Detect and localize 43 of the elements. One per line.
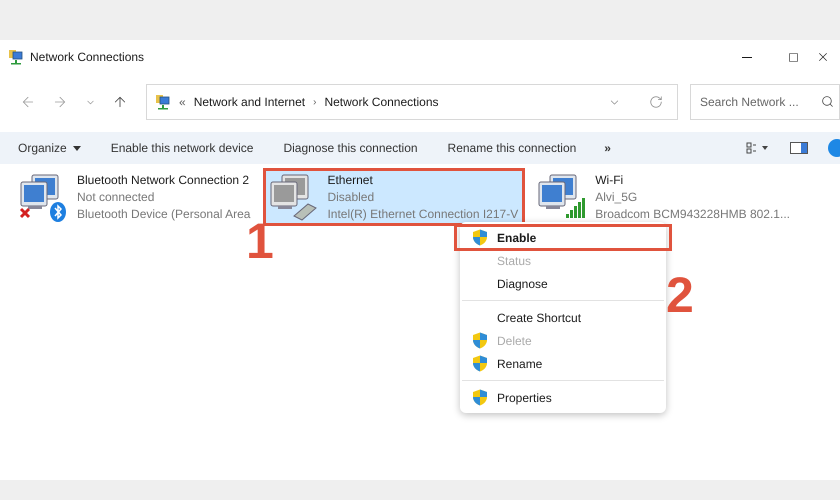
- shield-icon: [472, 355, 488, 372]
- connection-status: Disabled: [327, 189, 376, 206]
- refresh-icon[interactable]: [649, 95, 663, 109]
- connection-item[interactable]: Ethernet Disabled Intel(R) Ethernet Connection I217-V: [264, 169, 524, 225]
- search-field[interactable]: Search Network ...: [690, 84, 840, 120]
- menu-item[interactable]: Rename: [460, 352, 666, 375]
- device-name: Bluetooth Device (Personal Area: [77, 206, 250, 223]
- connection-name: Bluetooth Network Connection 2: [77, 172, 250, 189]
- more-commands-button[interactable]: »: [598, 134, 617, 162]
- toolbar-button[interactable]: Diagnose this connection: [275, 134, 426, 162]
- device-name: Broadcom BCM943228HMB 802.1...: [595, 206, 790, 223]
- address-bar[interactable]: « Network and Internet › Network Connections: [146, 84, 678, 120]
- network-folder-icon: [8, 49, 24, 65]
- toolbar-button[interactable]: Organize: [10, 134, 89, 162]
- maximize-icon: [788, 52, 798, 62]
- shield-icon: [472, 229, 488, 246]
- search-icon: [821, 95, 834, 108]
- toolbar-button[interactable]: Enable this network device: [102, 134, 262, 162]
- breadcrumb-item[interactable]: Network and Internet: [194, 93, 306, 111]
- toolbar-button[interactable]: Rename this connection: [440, 134, 584, 162]
- menu-item[interactable]: Properties: [460, 386, 666, 409]
- breadcrumb-separator: ›: [313, 96, 316, 110]
- device-name: Intel(R) Ethernet Connection I217-V: [327, 206, 518, 223]
- step-number: 2: [666, 270, 694, 320]
- connection-status: Alvi_5G: [595, 189, 638, 206]
- window-title: Network Connections: [30, 49, 144, 66]
- connection-status: Not connected: [77, 189, 156, 206]
- connection-item[interactable]: Bluetooth Network Connection 2 Not connected Bluetooth Device (Personal Area: [14, 169, 256, 225]
- menu-item[interactable]: Diagnose: [460, 272, 666, 295]
- preview-pane-icon[interactable]: [790, 142, 808, 154]
- network-folder-icon: [155, 94, 171, 110]
- minimize-icon: [742, 56, 752, 58]
- view-options-icon[interactable]: [746, 142, 768, 154]
- menu-item[interactable]: Create Shortcut: [460, 306, 666, 329]
- shield-icon: [472, 332, 488, 349]
- connection-name: Wi-Fi: [595, 172, 624, 189]
- help-icon[interactable]: [828, 139, 840, 157]
- connection-item[interactable]: Wi-Fi Alvi_5G Broadcom BCM943228HMB 802.1...: [532, 169, 796, 225]
- breadcrumb-item[interactable]: Network Connections: [324, 93, 438, 111]
- overflow-chevron[interactable]: «: [179, 93, 186, 111]
- connection-name: Ethernet: [327, 172, 374, 189]
- menu-item[interactable]: Enable: [456, 226, 670, 249]
- shield-icon: [472, 389, 488, 406]
